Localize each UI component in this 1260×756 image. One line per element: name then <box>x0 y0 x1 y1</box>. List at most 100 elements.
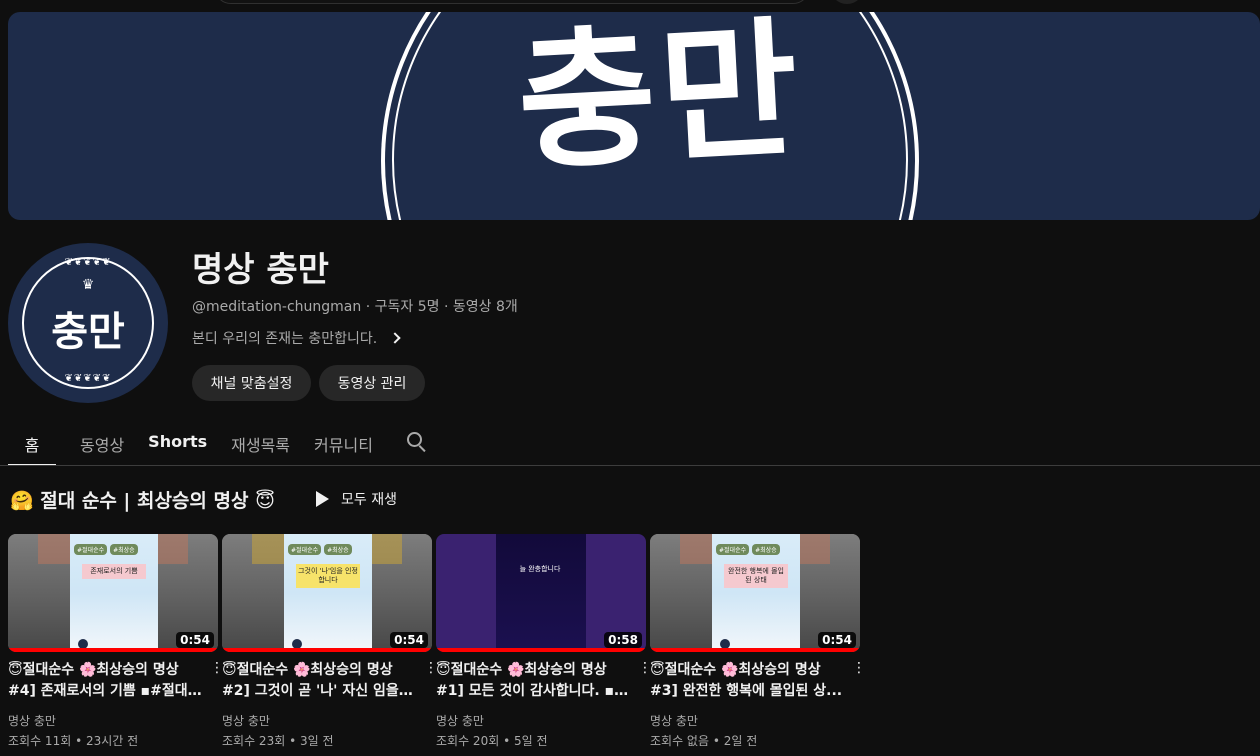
more-vert-icon[interactable]: ⋮ <box>852 660 866 676</box>
channel-meta: @meditation-chungman · 구독자 5명 · 동영상 8개 <box>192 296 518 316</box>
video-title-line2: #4] 존재로서의 기쁨 ▪#절대... <box>8 683 202 699</box>
video-stats: 조회수 23회 • 3일 전 <box>222 732 432 749</box>
thumbnail-tag: #절대순수 <box>716 544 750 555</box>
video-duration: 0:54 <box>176 632 214 648</box>
channel-description[interactable]: 본디 우리의 존재는 충만합니다. <box>192 328 401 348</box>
video-title-line1: 😇절대순수 🌸최상승의 명상 <box>650 662 821 678</box>
stats-separator: • <box>289 734 297 748</box>
video-duration: 0:54 <box>390 632 428 648</box>
upload-age: 23시간 전 <box>85 734 139 748</box>
thumbnail-caption: 완전한 행복에 몰입된 상태 <box>724 564 788 589</box>
play-all-label: 모두 재생 <box>341 492 397 508</box>
video-duration: 0:54 <box>818 632 856 648</box>
tab-community[interactable]: 커뮤니티 <box>314 418 373 466</box>
video-title-line2: #3] 완전한 행복에 몰입된 상... <box>650 683 843 699</box>
video-thumbnail[interactable]: 늘 완충합니다 0:58 <box>436 534 646 652</box>
video-title[interactable]: 😇절대순수 🌸최상승의 명상 #1] 모든 것이 감사합니다. ▪... <box>436 660 630 702</box>
tab-search[interactable] <box>406 418 427 466</box>
thumbnail-caption: 늘 완충합니다 <box>519 565 561 573</box>
thumbnail-tag: #최상승 <box>752 544 780 555</box>
customize-channel-button[interactable]: 채널 맞춤설정 <box>192 365 311 401</box>
video-title-line1: 😇절대순수 🌸최상승의 명상 <box>8 662 179 678</box>
channel-handle: @meditation-chungman <box>192 299 362 315</box>
thumbnail-frame: #절대순수 #최상승 그것이 '나'임을 인정합니다 <box>284 534 372 652</box>
upload-age: 2일 전 <box>723 734 758 748</box>
video-title-line2: #1] 모든 것이 감사합니다. ▪... <box>436 683 630 699</box>
channel-avatar[interactable]: ❦❦❦❦❦ ♛ 충만 ❦❦❦❦❦ <box>8 243 168 403</box>
more-vert-icon[interactable]: ⋮ <box>424 660 438 676</box>
view-count: 조회수 20회 <box>436 734 500 748</box>
video-title[interactable]: 😇절대순수 🌸최상승의 명상 #2] 그것이 곧 '나' 자신 임을 ... <box>222 660 416 702</box>
stats-separator: • <box>75 734 83 748</box>
channel-description-text: 본디 우리의 존재는 충만합니다. <box>192 331 378 347</box>
tab-home[interactable]: 홈 <box>8 418 56 466</box>
masthead <box>0 0 1260 12</box>
upload-age: 5일 전 <box>513 734 548 748</box>
view-count: 조회수 없음 <box>650 734 710 748</box>
thumbnail-caption: 그것이 '나'임을 인정합니다 <box>296 564 360 589</box>
stats-separator: • <box>503 734 511 748</box>
video-stats: 조회수 20회 • 5일 전 <box>436 732 646 749</box>
watch-progress-bar <box>650 648 860 652</box>
thumbnail-frame: 늘 완충합니다 <box>496 534 586 652</box>
play-icon <box>316 491 329 507</box>
thumbnail-tag: #절대순수 <box>74 544 108 555</box>
video-title[interactable]: 😇절대순수 🌸최상승의 명상 #4] 존재로서의 기쁨 ▪#절대... <box>8 660 202 702</box>
laurel-icon: ❦❦❦❦❦ <box>64 257 112 268</box>
view-count: 조회수 11회 <box>8 734 72 748</box>
banner-logo-text: 충만 <box>513 12 807 192</box>
more-vert-icon[interactable]: ⋮ <box>638 660 652 676</box>
channel-tabs: 홈 동영상 Shorts 재생목록 커뮤니티 <box>8 418 427 466</box>
laurel-icon: ❦❦❦❦❦ <box>64 373 112 384</box>
video-title[interactable]: 😇절대순수 🌸최상승의 명상 #3] 완전한 행복에 몰입된 상... <box>650 660 844 702</box>
thumbnail-frame: #절대순수 #최상승 완전한 행복에 몰입된 상태 <box>712 534 800 652</box>
video-card[interactable]: #절대순수 #최상승 존재로서의 기쁨 0:54 😇절대순수 🌸최상승의 명상 … <box>8 534 224 749</box>
video-title-line1: 😇절대순수 🌸최상승의 명상 <box>436 662 607 678</box>
tab-videos[interactable]: 동영상 <box>80 418 124 466</box>
tab-playlists[interactable]: 재생목록 <box>231 418 290 466</box>
more-vert-icon[interactable]: ⋮ <box>210 660 224 676</box>
video-title-line1: 😇절대순수 🌸최상승의 명상 <box>222 662 393 678</box>
watch-progress-bar <box>436 648 646 652</box>
meta-separator: · <box>365 299 371 315</box>
manage-videos-button[interactable]: 동영상 관리 <box>319 365 425 401</box>
video-stats: 조회수 없음 • 2일 전 <box>650 732 860 749</box>
search-icon <box>406 432 427 453</box>
section-title[interactable]: 🤗 절대 순수 | 최상승의 명상 😇 <box>10 486 275 513</box>
thumbnail-tag: #최상승 <box>324 544 352 555</box>
channel-banner: 충만 <box>8 12 1260 220</box>
thumbnail-frame: #절대순수 #최상승 존재로서의 기쁨 <box>70 534 158 652</box>
masthead-search-box[interactable] <box>214 0 810 4</box>
tabs-divider <box>0 465 1260 466</box>
video-thumbnail[interactable]: #절대순수 #최상승 존재로서의 기쁨 0:54 <box>8 534 218 652</box>
video-channel-name[interactable]: 명상 충만 <box>8 712 218 729</box>
thumbnail-tag: #최상승 <box>110 544 138 555</box>
crown-icon: ♛ <box>81 277 95 293</box>
watch-progress-bar <box>222 648 432 652</box>
play-all-button[interactable]: 모두 재생 <box>316 486 397 512</box>
voice-search-button[interactable] <box>830 0 864 4</box>
video-card[interactable]: #절대순수 #최상승 그것이 '나'임을 인정합니다 0:54 😇절대순수 🌸최… <box>222 534 438 749</box>
video-card[interactable]: #절대순수 #최상승 완전한 행복에 몰입된 상태 0:54 😇절대순수 🌸최상… <box>650 534 866 749</box>
video-thumbnail[interactable]: #절대순수 #최상승 그것이 '나'임을 인정합니다 0:54 <box>222 534 432 652</box>
thumbnail-tag: #절대순수 <box>288 544 322 555</box>
video-thumbnail[interactable]: #절대순수 #최상승 완전한 행복에 몰입된 상태 0:54 <box>650 534 860 652</box>
stats-separator: • <box>712 734 720 748</box>
video-count: 동영상 8개 <box>452 299 518 315</box>
video-stats: 조회수 11회 • 23시간 전 <box>8 732 218 749</box>
video-channel-name[interactable]: 명상 충만 <box>222 712 432 729</box>
channel-name: 명상 충만 <box>192 250 329 290</box>
watch-progress-bar <box>8 648 218 652</box>
view-count: 조회수 23회 <box>222 734 286 748</box>
tab-shorts[interactable]: Shorts <box>148 418 207 466</box>
video-card[interactable]: 늘 완충합니다 0:58 😇절대순수 🌸최상승의 명상 #1] 모든 것이 감사… <box>436 534 652 749</box>
upload-age: 3일 전 <box>299 734 334 748</box>
video-channel-name[interactable]: 명상 충만 <box>436 712 646 729</box>
chevron-right-icon <box>389 332 401 344</box>
meta-separator: · <box>443 299 449 315</box>
video-title-line2: #2] 그것이 곧 '나' 자신 임을 ... <box>222 683 416 699</box>
thumbnail-caption: 존재로서의 기쁨 <box>82 564 146 580</box>
subscriber-count: 구독자 5명 <box>374 299 440 315</box>
video-channel-name[interactable]: 명상 충만 <box>650 712 860 729</box>
video-duration: 0:58 <box>604 632 642 648</box>
